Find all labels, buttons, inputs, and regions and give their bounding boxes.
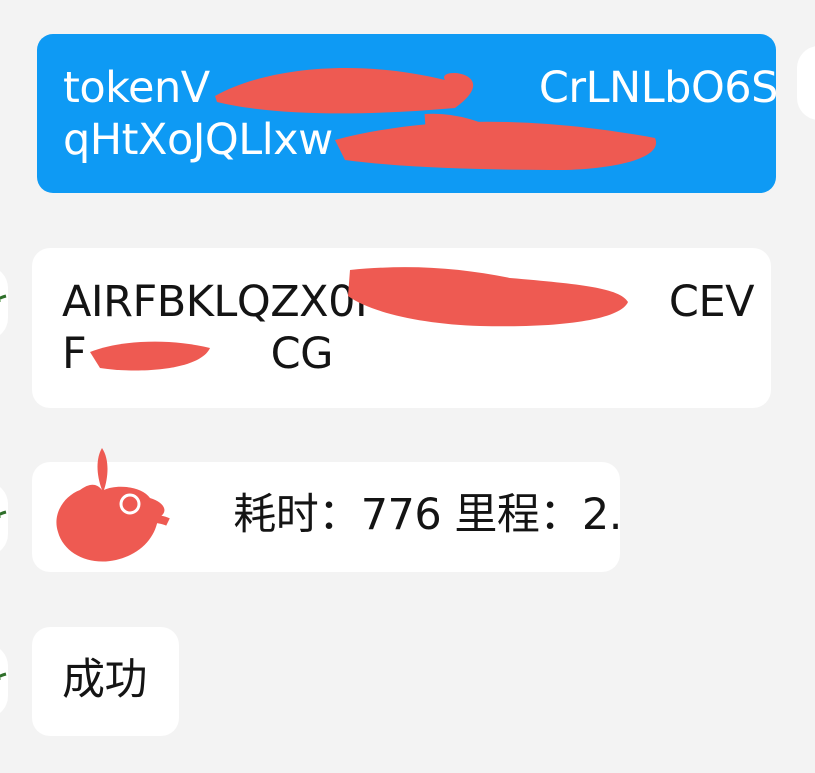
message-text: 耗时：776 里程：2.1 [62, 490, 620, 540]
leaf-avatar-icon [0, 294, 7, 302]
message-line: tokenV CrLNLbO6Syi [63, 63, 776, 113]
outgoing-message-bubble[interactable]: tokenV CrLNLbO6Syi qHtXoJQLlxw [37, 34, 776, 193]
message-text: 成功 [62, 655, 148, 705]
leaf-avatar-icon [0, 672, 7, 680]
message-line: qHtXoJQLlxw [63, 115, 333, 165]
message-line: F CG [62, 329, 333, 379]
user-avatar[interactable] [797, 46, 815, 120]
incoming-message-bubble[interactable]: 耗时：776 里程：2.1 [32, 462, 620, 572]
incoming-message-bubble[interactable]: AIRFBKLQZX0F CEV F CG [32, 248, 771, 408]
bot-avatar[interactable] [0, 266, 8, 340]
bot-avatar[interactable] [0, 644, 8, 718]
message-line: AIRFBKLQZX0F CEV [62, 277, 755, 327]
bot-avatar[interactable] [0, 482, 8, 556]
incoming-message-bubble[interactable]: 成功 [32, 627, 179, 736]
chat-conversation: tokenV CrLNLbO6Syi qHtXoJQLlxw AIRFBKLQZ… [0, 0, 815, 773]
leaf-avatar-icon [0, 510, 7, 518]
